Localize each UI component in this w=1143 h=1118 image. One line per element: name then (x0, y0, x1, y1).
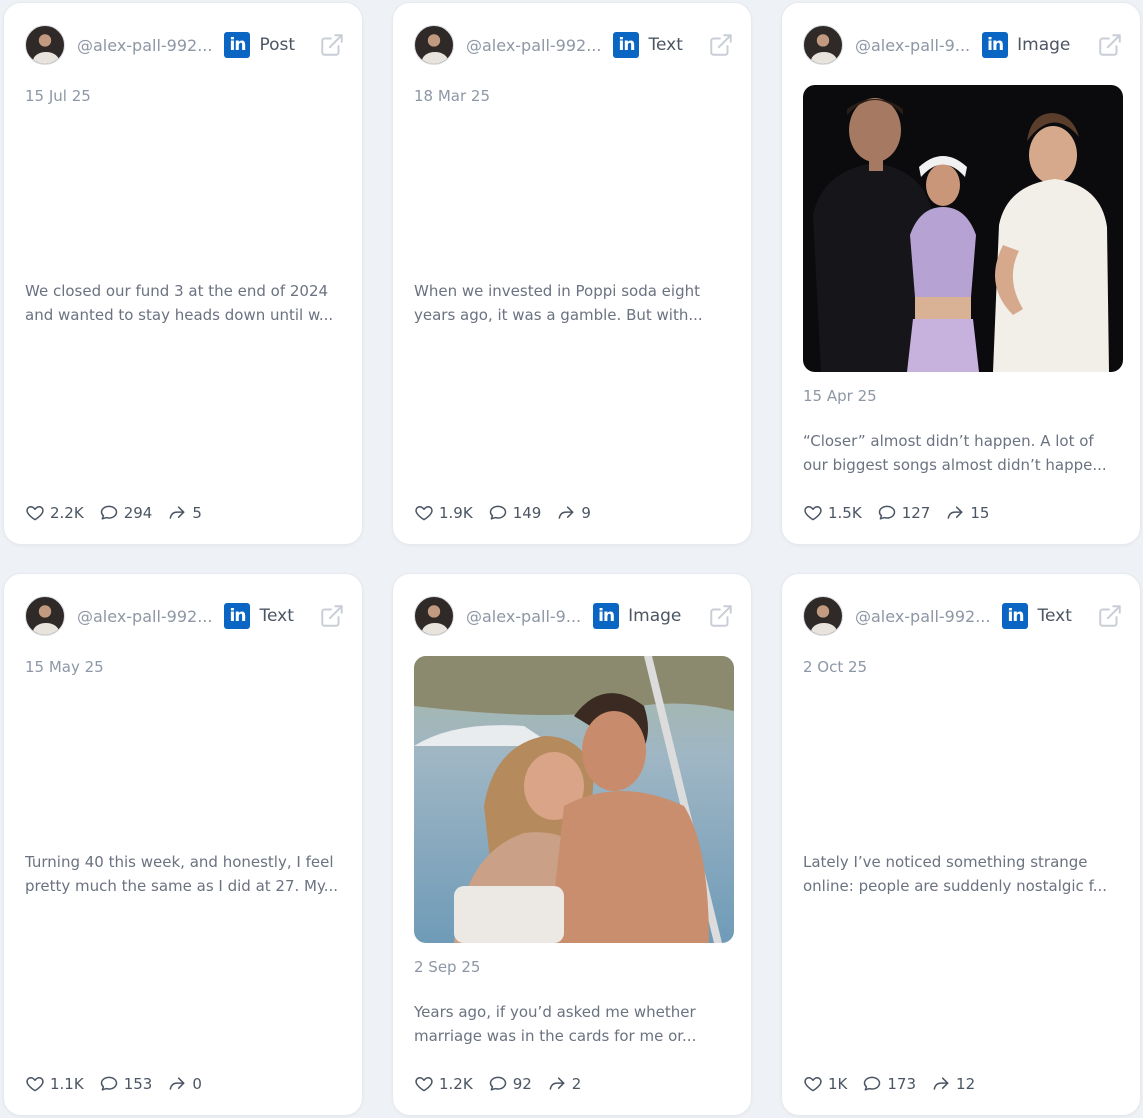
share-icon (169, 506, 185, 519)
heart-icon (804, 1077, 822, 1092)
post-type-label: Text (648, 35, 683, 55)
post-snippet[interactable]: We closed our fund 3 at the end of 2024 … (25, 279, 345, 327)
comment-icon (489, 505, 506, 520)
linkedin-icon: in (613, 32, 640, 58)
author-handle[interactable]: @alex-pall-9... (855, 36, 970, 55)
comments-count: 127 (901, 504, 931, 522)
card-header: @alex-pall-9... in Image (414, 595, 734, 637)
avatar[interactable] (803, 596, 843, 636)
post-card[interactable]: @alex-pall-992... in Text 15 May 25 Turn… (3, 573, 363, 1116)
author-handle[interactable]: @alex-pall-992... (855, 607, 990, 626)
heart-icon (415, 506, 433, 521)
post-date: 15 May 25 (25, 658, 104, 676)
post-type-label: Text (1037, 606, 1072, 626)
author-handle[interactable]: @alex-pall-992... (466, 36, 601, 55)
post-type-label: Image (1017, 35, 1071, 55)
shares-count: 5 (192, 504, 202, 522)
linkedin-icon: in (224, 32, 251, 58)
comments-count: 153 (123, 1075, 153, 1093)
post-snippet[interactable]: Turning 40 this week, and honestly, I fe… (25, 850, 345, 898)
post-card[interactable]: @alex-pall-992... in Post 15 Jul 25 We c… (3, 2, 363, 545)
avatar[interactable] (414, 25, 454, 65)
external-link-icon[interactable] (1097, 603, 1123, 629)
author-handle[interactable]: @alex-pall-992... (77, 36, 212, 55)
post-date: 2 Sep 25 (414, 958, 481, 976)
external-link-icon[interactable] (708, 603, 734, 629)
external-link-icon[interactable] (708, 32, 734, 58)
post-snippet[interactable]: When we invested in Poppi soda eight yea… (414, 279, 734, 327)
post-image[interactable] (414, 656, 734, 943)
comment-icon (864, 1076, 881, 1091)
avatar[interactable] (414, 596, 454, 636)
comments-count: 92 (512, 1075, 532, 1093)
post-snippet[interactable]: “Closer” almost didn’t happen. A lot of … (803, 429, 1123, 477)
shares-count: 2 (571, 1075, 582, 1093)
likes-count: 1K (828, 1075, 848, 1093)
heart-icon (804, 506, 822, 521)
post-card[interactable]: @alex-pall-9... in Image 2 Sep 25 Years … (392, 573, 752, 1116)
engagement-stats: 1.1K 153 0 (25, 1072, 217, 1096)
likes-count: 1.2K (439, 1075, 473, 1093)
heart-icon (26, 1077, 44, 1092)
shares-count: 0 (192, 1075, 202, 1093)
linkedin-icon: in (982, 32, 1009, 58)
likes-count: 1.9K (439, 504, 473, 522)
comment-icon (100, 505, 117, 520)
post-type-label: Post (259, 35, 296, 55)
external-link-icon[interactable] (1097, 32, 1123, 58)
engagement-stats: 1.9K 149 9 (414, 501, 606, 525)
card-header: @alex-pall-9... in Image (803, 24, 1123, 66)
post-snippet[interactable]: Lately I’ve noticed something strange on… (803, 850, 1123, 898)
author-handle[interactable]: @alex-pall-992... (77, 607, 212, 626)
card-header: @alex-pall-992... in Text (803, 595, 1123, 637)
engagement-stats: 2.2K 294 5 (25, 501, 217, 525)
comment-icon (489, 1076, 506, 1091)
post-card[interactable]: @alex-pall-992... in Text 18 Mar 25 When… (392, 2, 752, 545)
heart-icon (415, 1077, 433, 1092)
post-card[interactable]: @alex-pall-9... in Image 15 Apr 25 “Clos… (781, 2, 1141, 545)
shares-count: 9 (581, 504, 591, 522)
comment-icon (100, 1076, 117, 1091)
comments-count: 173 (887, 1075, 917, 1093)
engagement-stats: 1K 173 12 (803, 1072, 990, 1096)
linkedin-icon: in (1002, 603, 1029, 629)
comments-count: 149 (512, 504, 542, 522)
card-header: @alex-pall-992... in Text (25, 595, 345, 637)
share-icon (169, 1077, 185, 1090)
shares-count: 12 (956, 1075, 976, 1093)
comment-icon (878, 505, 895, 520)
likes-count: 1.5K (828, 504, 862, 522)
card-header: @alex-pall-992... in Text (414, 24, 734, 66)
avatar[interactable] (803, 25, 843, 65)
shares-count: 15 (970, 504, 990, 522)
linkedin-icon: in (224, 603, 251, 629)
heart-icon (26, 506, 44, 521)
share-icon (933, 1077, 949, 1090)
external-link-icon[interactable] (319, 32, 345, 58)
share-icon (558, 506, 574, 519)
post-image[interactable] (803, 85, 1123, 372)
linkedin-icon: in (593, 603, 620, 629)
post-snippet[interactable]: Years ago, if you’d asked me whether mar… (414, 1000, 734, 1048)
post-date: 18 Mar 25 (414, 87, 491, 105)
share-icon (947, 506, 963, 519)
likes-count: 2.2K (50, 504, 84, 522)
post-card[interactable]: @alex-pall-992... in Text 2 Oct 25 Latel… (781, 573, 1141, 1116)
post-type-label: Text (259, 606, 294, 626)
comments-count: 294 (123, 504, 153, 522)
engagement-stats: 1.5K 127 15 (803, 501, 1004, 525)
author-handle[interactable]: @alex-pall-9... (466, 607, 581, 626)
post-date: 2 Oct 25 (803, 658, 868, 676)
external-link-icon[interactable] (319, 603, 345, 629)
card-header: @alex-pall-992... in Post (25, 24, 345, 66)
share-icon (549, 1077, 565, 1090)
likes-count: 1.1K (50, 1075, 84, 1093)
post-type-label: Image (628, 606, 682, 626)
post-date: 15 Apr 25 (803, 387, 877, 405)
post-date: 15 Jul 25 (25, 87, 91, 105)
avatar[interactable] (25, 596, 65, 636)
engagement-stats: 1.2K 92 2 (414, 1072, 596, 1096)
avatar[interactable] (25, 25, 65, 65)
